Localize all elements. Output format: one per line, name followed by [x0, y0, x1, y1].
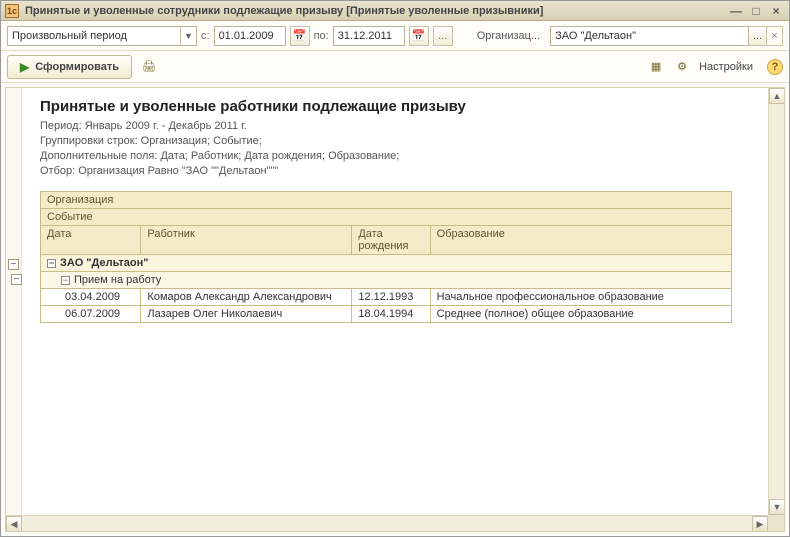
print-button[interactable]: 🖨: [140, 58, 158, 76]
header-row-org: Организация: [41, 192, 732, 209]
vertical-scrollbar[interactable]: ▲ ▼: [768, 88, 784, 515]
org-field-wrap: ЗАО "Дельтаон" ... ×: [544, 26, 783, 46]
date-to-calendar-button[interactable]: 📅: [409, 26, 429, 46]
layout-grid-button[interactable]: ▦: [647, 58, 665, 76]
app-icon: 1c: [5, 4, 19, 18]
scroll-track-h[interactable]: [22, 516, 752, 531]
window-minimize-button[interactable]: —: [727, 4, 745, 18]
group-org-row[interactable]: −ЗАО "Дельтаон": [41, 255, 732, 272]
cell-date: 03.04.2009: [41, 289, 141, 306]
cell-edu: Среднее (полное) общее образование: [430, 306, 731, 323]
cell-worker: Комаров Александр Александрович: [141, 289, 352, 306]
window-close-button[interactable]: ×: [767, 4, 785, 18]
scroll-left-icon[interactable]: ◀: [6, 516, 22, 532]
outline-collapse-org[interactable]: −: [8, 259, 19, 270]
org-clear-button[interactable]: ×: [767, 26, 783, 46]
group-event-row[interactable]: −Прием на работу: [41, 272, 732, 289]
outline-collapse-event[interactable]: −: [11, 274, 22, 285]
filter-toolbar: Произвольный период ▼ с: 01.01.2009 📅 по…: [1, 21, 789, 51]
report-scroll[interactable]: Принятые и уволенные работники подлежащи…: [22, 88, 768, 515]
group-org-value: ЗАО "Дельтаон": [60, 257, 148, 269]
title-bar: 1c Принятые и уволенные сотрудники подле…: [1, 1, 789, 21]
table-row: 06.07.2009 Лазарев Олег Николаевич 18.04…: [41, 306, 732, 323]
generate-label: Сформировать: [35, 61, 119, 73]
scroll-track-v[interactable]: [769, 104, 784, 499]
app-window: 1c Принятые и уволенные сотрудники подле…: [0, 0, 790, 537]
org-select-button[interactable]: ...: [749, 26, 767, 46]
date-to-input[interactable]: 31.12.2011: [333, 26, 405, 46]
date-from-input[interactable]: 01.01.2009: [214, 26, 286, 46]
expand-icon: −: [47, 259, 56, 268]
header-event: Событие: [41, 209, 732, 226]
settings-icon[interactable]: ⚙: [673, 58, 691, 76]
expand-icon: −: [61, 276, 70, 285]
period-mode-value: Произвольный период: [12, 30, 127, 42]
dropdown-icon: ▼: [180, 27, 196, 45]
org-label: Организац...: [477, 30, 540, 42]
meta-period: Период: Январь 2009 г. - Декабрь 2011 г.: [40, 119, 748, 134]
org-value: ЗАО "Дельтаон": [555, 30, 636, 42]
meta-groups: Группировки строк: Организация; Событие;: [40, 134, 748, 149]
header-bdate: Дата рождения: [352, 226, 430, 255]
scroll-down-icon[interactable]: ▼: [769, 499, 785, 515]
scroll-corner: [768, 515, 784, 531]
cell-bdate: 12.12.1993: [352, 289, 430, 306]
header-worker: Работник: [141, 226, 352, 255]
report-table: Организация Событие Дата Работник Дата р…: [40, 191, 732, 323]
cell-bdate: 18.04.1994: [352, 306, 430, 323]
header-date: Дата: [41, 226, 141, 255]
horizontal-scrollbar[interactable]: ◀ ▶: [6, 515, 768, 531]
header-org: Организация: [41, 192, 732, 209]
generate-button[interactable]: ▶ Сформировать: [7, 55, 132, 79]
window-maximize-button[interactable]: □: [747, 4, 765, 18]
to-label: по:: [314, 30, 329, 42]
report-area: − − Принятые и уволенные работники подле…: [5, 87, 785, 532]
meta-filter: Отбор: Организация Равно "ЗАО ""Дельтаон…: [40, 164, 748, 179]
header-row-event: Событие: [41, 209, 732, 226]
date-from-calendar-button[interactable]: 📅: [290, 26, 310, 46]
scroll-up-icon[interactable]: ▲: [769, 88, 785, 104]
help-button[interactable]: ?: [767, 59, 783, 75]
window-title: Принятые и уволенные сотрудники подлежащ…: [25, 5, 725, 17]
settings-link[interactable]: Настройки: [699, 61, 753, 73]
from-label: с:: [201, 30, 210, 42]
table-row: 03.04.2009 Комаров Александр Александров…: [41, 289, 732, 306]
meta-fields: Дополнительные поля: Дата; Работник; Дат…: [40, 149, 748, 164]
outline-gutter: − −: [6, 88, 22, 515]
play-icon: ▶: [20, 60, 29, 74]
header-row-cols: Дата Работник Дата рождения Образование: [41, 226, 732, 255]
date-from-value: 01.01.2009: [219, 30, 274, 42]
cell-date: 06.07.2009: [41, 306, 141, 323]
header-edu: Образование: [430, 226, 731, 255]
cell-worker: Лазарев Олег Николаевич: [141, 306, 352, 323]
period-quick-button[interactable]: ...: [433, 26, 453, 46]
scroll-right-icon[interactable]: ▶: [752, 516, 768, 532]
cell-edu: Начальное профессиональное образование: [430, 289, 731, 306]
report-title: Принятые и уволенные работники подлежащи…: [40, 98, 748, 115]
group-event-value: Прием на работу: [74, 274, 161, 286]
period-mode-select[interactable]: Произвольный период ▼: [7, 26, 197, 46]
date-to-value: 31.12.2011: [338, 30, 392, 42]
action-toolbar: ▶ Сформировать 🖨 ▦ ⚙ Настройки ?: [1, 51, 789, 83]
org-input[interactable]: ЗАО "Дельтаон": [550, 26, 749, 46]
